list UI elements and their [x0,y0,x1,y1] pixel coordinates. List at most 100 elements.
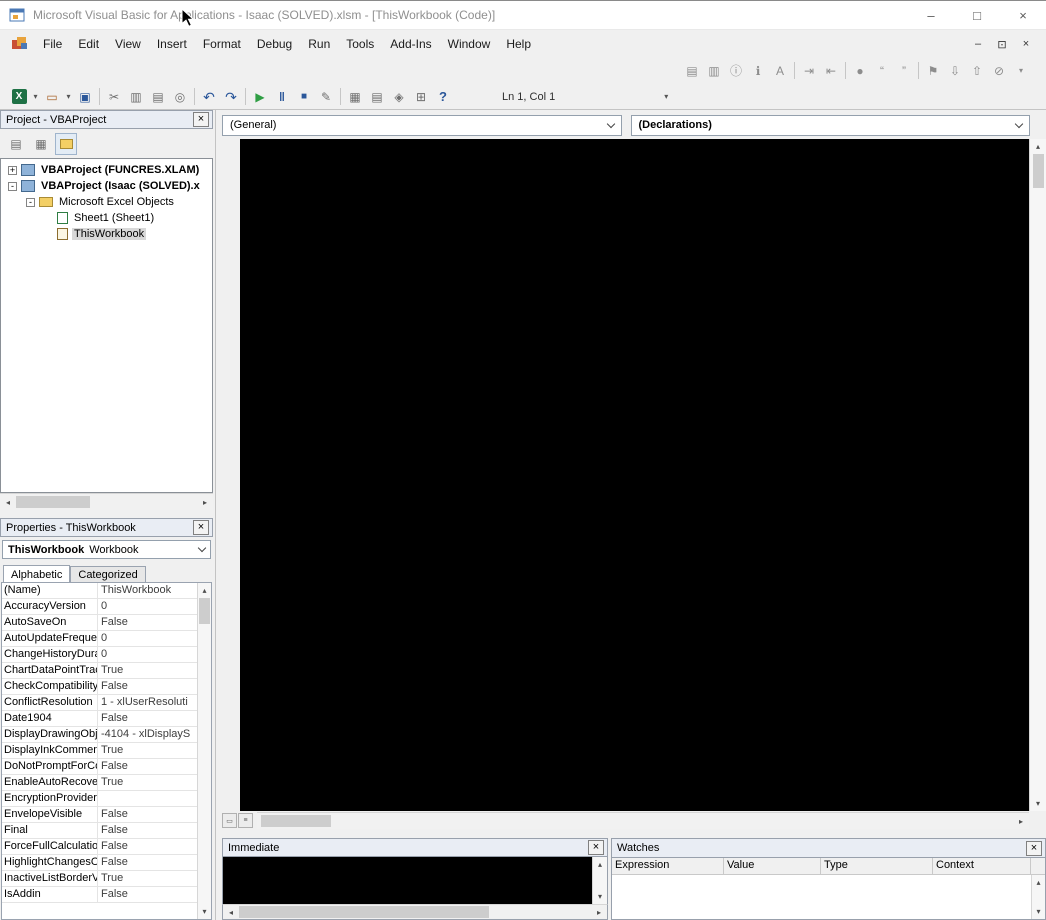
property-value[interactable]: False [98,679,197,694]
mdi-minimize-button[interactable]: – [968,35,988,53]
menu-item[interactable]: Window [440,31,499,57]
project-tree[interactable]: + VBAProject (FUNCRES.XLAM) - VBAProject… [0,158,213,493]
object-browser-button[interactable]: ◈ [388,86,410,108]
uncomment-block-button[interactable]: ” [893,60,915,82]
project-close-button[interactable]: × [193,112,209,127]
help-button[interactable]: ? [432,86,454,108]
property-row[interactable]: HighlightChangesO False [2,855,197,871]
scrollbar-thumb[interactable] [1032,154,1044,188]
edit-toolbar-options-button[interactable]: ▾ [1014,60,1028,82]
property-name[interactable]: HighlightChangesO [2,855,98,870]
scroll-down-icon[interactable]: ▾ [593,889,607,904]
watches-header[interactable]: Watches × [612,839,1045,858]
scroll-up-icon[interactable]: ▴ [1032,875,1045,890]
outdent-button[interactable]: ⇤ [820,60,842,82]
tab-alphabetic[interactable]: Alphabetic [3,565,71,583]
property-row[interactable]: ChartDataPointTrac True [2,663,197,679]
break-button[interactable]: ‖ [271,86,293,108]
property-value[interactable]: True [98,775,197,790]
property-name[interactable]: EncryptionProvider [2,791,98,806]
toolbox-button[interactable]: ⊞ [410,86,432,108]
property-value[interactable]: False [98,839,197,854]
project-horizontal-scrollbar[interactable]: ◂ ▸ [0,493,213,510]
immediate-horizontal-scrollbar[interactable]: ◂ ▸ [222,904,608,920]
menu-item[interactable]: Format [195,31,249,57]
property-name[interactable]: Final [2,823,98,838]
property-value[interactable]: False [98,855,197,870]
property-row[interactable]: AutoUpdateFreque 0 [2,631,197,647]
insert-userform-button[interactable]: ▭ [41,86,63,108]
properties-window-button[interactable]: ▤ [366,86,388,108]
property-name[interactable]: InactiveListBorderV [2,871,98,886]
copy-button[interactable]: ▥ [125,86,147,108]
toggle-breakpoint-button[interactable]: ● [849,60,871,82]
property-value[interactable]: False [98,759,197,774]
reset-button[interactable]: ■ [293,86,315,108]
property-row[interactable]: IsAddin False [2,887,197,903]
scrollbar-thumb[interactable] [16,496,90,508]
insert-userform-dropdown-arrow[interactable]: ▾ [63,86,74,108]
property-value[interactable]: 0 [98,599,197,614]
save-button[interactable]: ▣ [74,86,96,108]
scrollbar-thumb[interactable] [239,906,489,918]
property-value[interactable]: 1 - xlUserResoluti [98,695,197,710]
property-row[interactable]: DisplayDrawingObje -4104 - xlDisplayS [2,727,197,743]
scroll-right-icon[interactable]: ▸ [1013,813,1029,829]
view-code-button[interactable]: ▤ [5,133,27,155]
list-constants-button[interactable]: ▥ [703,60,725,82]
run-button[interactable]: ▶ [249,86,271,108]
property-name[interactable]: ForceFullCalculation [2,839,98,854]
quick-info-button[interactable]: ⓘ [725,60,747,82]
immediate-vertical-scrollbar[interactable]: ▴ ▾ [592,857,607,904]
properties-close-button[interactable]: × [193,520,209,535]
menu-item[interactable]: Add-Ins [382,31,439,57]
property-row[interactable]: Final False [2,823,197,839]
property-value[interactable]: False [98,823,197,838]
scroll-right-icon[interactable]: ▸ [591,905,607,919]
object-combo[interactable]: (General) [222,114,622,136]
tree-item-sheet1[interactable]: Sheet1 (Sheet1) [1,210,212,226]
paste-button[interactable]: ▤ [147,86,169,108]
close-button[interactable]: × [1000,1,1046,29]
property-name[interactable]: ChartDataPointTrac [2,663,98,678]
maximize-button[interactable]: □ [954,1,1000,29]
indent-button[interactable]: ⇥ [798,60,820,82]
scroll-right-icon[interactable]: ▸ [197,494,213,510]
next-bookmark-button[interactable]: ⇩ [944,60,966,82]
breakpoint-margin[interactable] [222,139,240,811]
property-row[interactable]: ConflictResolution 1 - xlUserResoluti [2,695,197,711]
immediate-header[interactable]: Immediate × [222,838,608,857]
property-name[interactable]: AccuracyVersion [2,599,98,614]
scrollbar-thumb[interactable] [199,598,210,624]
scroll-up-icon[interactable]: ▴ [198,583,211,598]
property-row[interactable]: EnvelopeVisible False [2,807,197,823]
property-name[interactable]: ConflictResolution [2,695,98,710]
property-row[interactable]: DoNotPromptForCo False [2,759,197,775]
scroll-left-icon[interactable]: ◂ [223,905,239,919]
mdi-restore-button[interactable]: ⊡ [992,35,1012,53]
view-excel-dropdown-arrow[interactable]: ▾ [30,86,41,108]
property-value[interactable]: 0 [98,647,197,662]
object-selector-combo[interactable]: ThisWorkbook Workbook [2,540,211,559]
property-row[interactable]: AutoSaveOn False [2,615,197,631]
property-name[interactable]: AutoUpdateFreque [2,631,98,646]
code-vertical-scrollbar[interactable]: ▴ ▾ [1029,139,1046,811]
complete-word-button[interactable]: A [769,60,791,82]
toggle-bookmark-button[interactable]: ⚑ [922,60,944,82]
properties-vertical-scrollbar[interactable]: ▴ ▾ [197,583,211,919]
property-name[interactable]: EnableAutoRecove [2,775,98,790]
property-row[interactable]: Date1904 False [2,711,197,727]
menu-item[interactable]: Debug [249,31,300,57]
property-value[interactable]: False [98,711,197,726]
standard-toolbar-options-button[interactable]: ▾ [659,86,673,108]
find-button[interactable]: ◎ [169,86,191,108]
watches-column-header[interactable]: Expression [612,858,724,874]
watches-column-header[interactable]: Context [933,858,1031,874]
property-row[interactable]: DisplayInkComment True [2,743,197,759]
property-row[interactable]: InactiveListBorderV True [2,871,197,887]
immediate-close-button[interactable]: × [588,840,604,855]
project-panel-header[interactable]: Project - VBAProject × [0,110,213,129]
property-name[interactable]: EnvelopeVisible [2,807,98,822]
property-name[interactable]: CheckCompatibility [2,679,98,694]
property-value[interactable]: -4104 - xlDisplayS [98,727,197,742]
